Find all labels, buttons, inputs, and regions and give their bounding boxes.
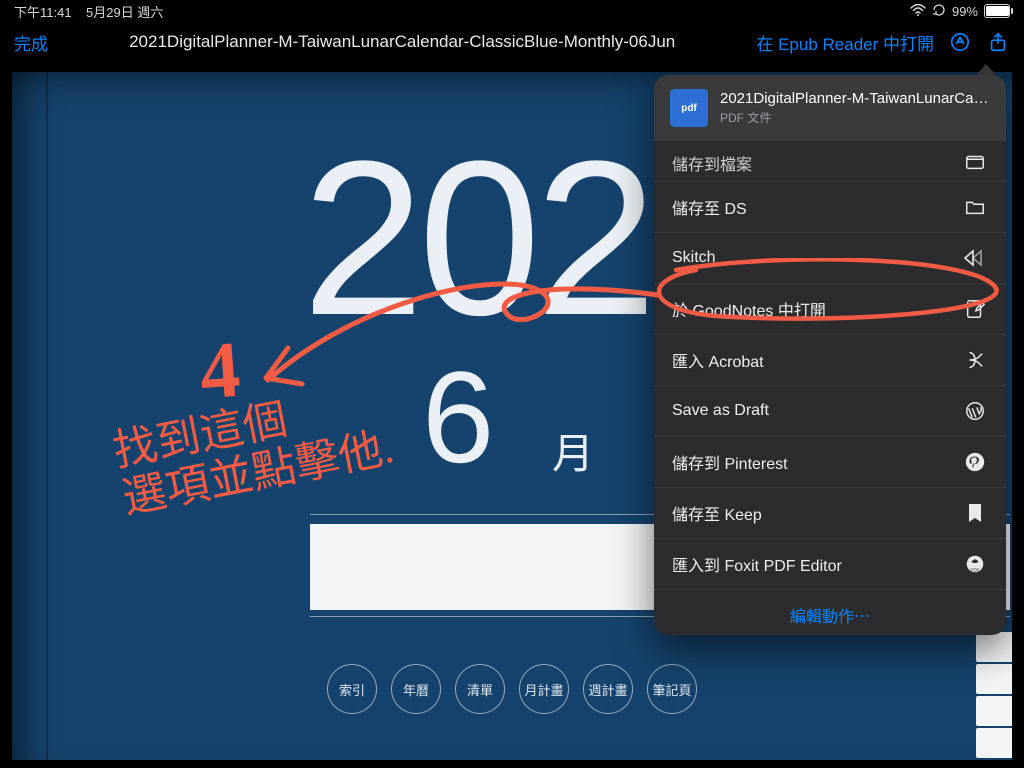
skitch-icon [962,245,988,271]
nav-list[interactable]: 清單 [455,664,505,714]
folder-icon [962,149,988,175]
share-action-keep[interactable]: 儲存至 Keep [654,488,1006,539]
side-tab[interactable] [976,696,1012,726]
bookmark-icon [962,500,988,526]
toolbar: 完成 2021DigitalPlanner-M-TaiwanLunarCalen… [0,22,1024,62]
nav-notes[interactable]: 筆記頁 [647,664,697,714]
battery-percent: 99% [952,4,978,19]
status-date: 5月29日 週六 [86,5,163,20]
nav-index[interactable]: 索引 [327,664,377,714]
acrobat-icon [962,347,988,373]
pdf-thumb-icon: pdf [670,89,708,127]
share-action-goodnotes[interactable]: 於 GoodNotes 中打開 [654,284,1006,335]
share-sheet: pdf 2021DigitalPlanner-M-TaiwanLunarCale… [654,75,1006,635]
share-action-label: 匯入 Acrobat [672,348,764,372]
pinterest-icon [962,449,988,475]
status-bar: 下午11:41 5月29日 週六 99% [0,0,1024,22]
share-action-label: 儲存至 Keep [672,501,762,525]
open-in-button[interactable]: 在 Epub Reader 中打開 [756,30,934,55]
side-tab[interactable] [976,632,1012,662]
nav-weekly[interactable]: 週計畫 [583,664,633,714]
side-tab[interactable] [976,664,1012,694]
share-file-name: 2021DigitalPlanner-M-TaiwanLunarCale… [720,90,990,107]
edit-actions-button[interactable]: 編輯動作⋯ [654,590,1006,635]
side-tab[interactable] [976,728,1012,758]
share-action-save-ds[interactable]: 儲存至 DS [654,182,1006,233]
status-left: 下午11:41 5月29日 週六 [14,2,163,21]
share-button[interactable] [986,30,1010,54]
share-action-label: 於 GoodNotes 中打開 [672,297,826,321]
share-file-type: PDF 文件 [720,109,990,126]
wordpress-icon [962,398,988,424]
share-action-acrobat[interactable]: 匯入 Acrobat [654,335,1006,386]
share-header: pdf 2021DigitalPlanner-M-TaiwanLunarCale… [654,75,1006,141]
document-title: 2021DigitalPlanner-M-TaiwanLunarCalendar… [62,32,742,52]
share-action-label: 儲存到檔案 [672,151,752,175]
share-action-label: Save as Draft [672,402,769,420]
markup-button[interactable] [948,30,972,54]
battery-icon [984,4,1010,18]
planner-nav: 索引 年曆 清單 月計畫 週計畫 筆記頁 [12,664,1012,714]
share-action-label: 儲存到 Pinterest [672,450,788,474]
share-actions-list[interactable]: 儲存到檔案 儲存至 DS Skitch 於 GoodNotes 中打開 匯入 A… [654,145,1006,635]
edit-note-icon [962,296,988,322]
foxit-icon: PDF [962,551,988,577]
svg-text:PDF: PDF [970,567,979,572]
folder-open-icon [962,194,988,220]
side-tabs [976,632,1012,760]
status-time: 下午11:41 [14,5,72,20]
status-right: 99% [910,3,1010,20]
share-action-label: 儲存至 DS [672,195,747,219]
share-action-foxit[interactable]: 匯入到 Foxit PDF Editor PDF [654,539,1006,590]
share-action-save-files[interactable]: 儲存到檔案 [654,145,1006,182]
share-action-label: 匯入到 Foxit PDF Editor [672,552,842,576]
share-action-wordpress[interactable]: Save as Draft [654,386,1006,437]
cover-month-number: 6 [422,342,494,492]
wifi-icon [910,4,926,19]
nav-monthly[interactable]: 月計畫 [519,664,569,714]
share-action-skitch[interactable]: Skitch [654,233,1006,284]
done-button[interactable]: 完成 [14,30,48,55]
sync-icon [932,3,946,20]
share-action-label: Skitch [672,249,716,267]
cover-year: 202 [302,112,651,365]
nav-year[interactable]: 年曆 [391,664,441,714]
share-action-pinterest[interactable]: 儲存到 Pinterest [654,437,1006,488]
cover-month-label: 月 [552,420,594,481]
